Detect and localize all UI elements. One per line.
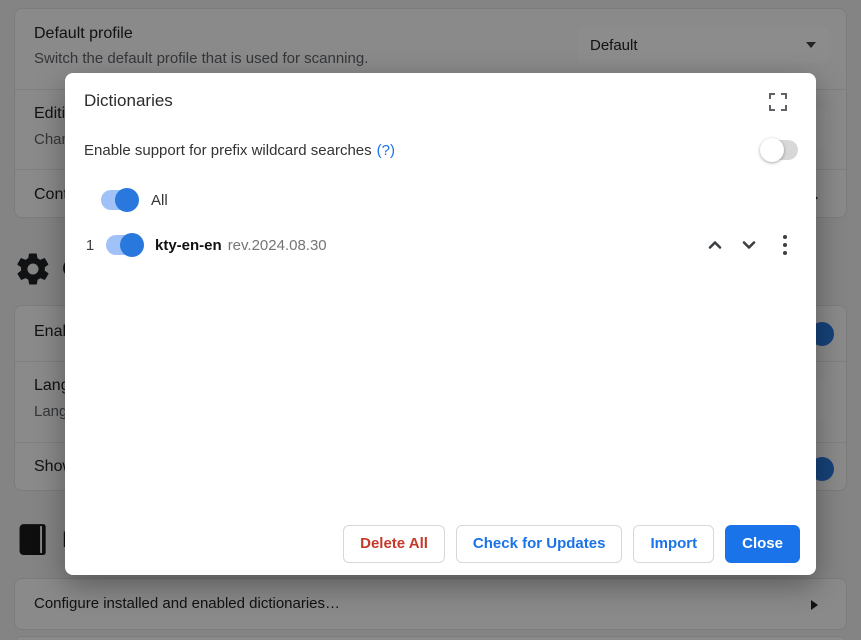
all-toggle-label: All xyxy=(151,192,168,209)
dictionary-menu-button[interactable] xyxy=(782,234,788,256)
dictionary-toggle[interactable] xyxy=(106,235,142,255)
delete-all-button[interactable]: Delete All xyxy=(343,525,445,563)
all-dictionaries-row: All xyxy=(101,180,168,220)
move-down-button[interactable] xyxy=(740,236,758,254)
check-for-updates-button[interactable]: Check for Updates xyxy=(456,525,623,563)
move-up-button[interactable] xyxy=(706,236,724,254)
modal-footer: Delete All Check for Updates Import Clos… xyxy=(343,525,800,563)
close-button[interactable]: Close xyxy=(725,525,800,563)
wildcard-toggle[interactable] xyxy=(762,140,798,160)
dictionary-revision: rev.2024.08.30 xyxy=(228,237,327,254)
import-button[interactable]: Import xyxy=(633,525,714,563)
fullscreen-button[interactable] xyxy=(766,90,790,114)
kebab-menu-icon xyxy=(782,234,788,256)
wildcard-label: Enable support for prefix wildcard searc… xyxy=(84,142,372,159)
dictionary-name: kty-en-en xyxy=(155,237,222,254)
wildcard-help-link[interactable]: (?) xyxy=(377,142,395,159)
dictionaries-modal: Dictionaries Enable support for prefix w… xyxy=(65,73,816,575)
dictionary-index: 1 xyxy=(84,237,96,254)
all-toggle[interactable] xyxy=(101,190,137,210)
wildcard-setting-row: Enable support for prefix wildcard searc… xyxy=(84,130,798,170)
fullscreen-icon xyxy=(766,90,790,114)
chevron-up-icon xyxy=(706,236,724,254)
dictionary-row: 1 kty-en-en rev.2024.08.30 xyxy=(84,225,801,265)
chevron-down-icon xyxy=(740,236,758,254)
modal-title: Dictionaries xyxy=(84,91,173,111)
